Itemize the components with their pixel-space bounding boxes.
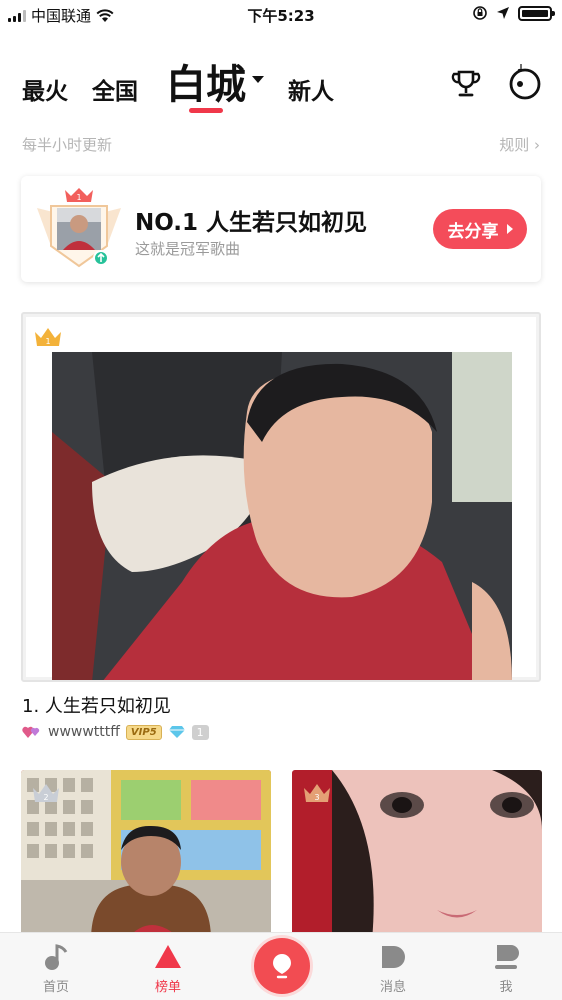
record-button[interactable] <box>254 938 310 994</box>
update-bar: 每半小时更新 规则 › <box>22 134 540 156</box>
message-icon <box>382 946 405 968</box>
share-button[interactable]: 去分享 <box>433 209 527 249</box>
champion-title: NO.1 人生若只如初见 <box>135 210 368 236</box>
tab-messages[interactable]: 消息 <box>353 941 433 995</box>
rank-3-crown-icon: 3 <box>304 784 330 802</box>
entry-card-2[interactable]: 2 <box>21 770 271 940</box>
rank-3-number: 3 <box>314 793 319 802</box>
trophy-icon[interactable] <box>446 64 486 104</box>
rules-link[interactable]: 规则 › <box>499 134 540 155</box>
champion-card[interactable]: 1 NO.1 人生若只如初见 这就是冠军歌曲 去分享 <box>21 176 541 282</box>
profile-icon <box>495 945 519 969</box>
status-right <box>472 5 555 21</box>
tab-me[interactable]: 我 <box>466 941 546 995</box>
rank-2-number: 2 <box>43 793 48 802</box>
tab-charts[interactable]: 榜单 <box>128 941 208 995</box>
tab-baicheng[interactable]: 白城 <box>166 52 264 110</box>
tab-home-label: 首页 <box>42 980 69 995</box>
chart-triangle-icon <box>155 945 181 968</box>
update-note: 每半小时更新 <box>22 136 113 154</box>
diamond-icon <box>168 726 185 738</box>
hearts-icon <box>22 726 40 738</box>
entry-card-3[interactable]: 3 <box>292 770 542 940</box>
champion-subtitle: 这就是冠军歌曲 <box>135 240 241 258</box>
note-icon <box>45 944 68 970</box>
entry-song-title[interactable]: 1. 人生若只如初见 <box>22 692 171 718</box>
vip-badge: VIP5 <box>125 724 162 740</box>
location-icon <box>497 7 509 19</box>
status-bar: 中国联通 下午5:23 <box>0 0 562 30</box>
tab-messages-label: 消息 <box>379 980 406 995</box>
champion-badge: 1 <box>33 186 125 272</box>
gem-count: 1 <box>191 724 209 740</box>
play-triangle-icon <box>506 224 513 234</box>
top-entry-card[interactable]: 1 <box>21 312 541 682</box>
tab-home[interactable]: 首页 <box>16 941 96 995</box>
tab-me-label: 我 <box>499 980 513 995</box>
music-disc-icon[interactable] <box>505 62 545 102</box>
entry-username[interactable]: wwwwtttff <box>48 724 120 740</box>
rank-1-number: 1 <box>45 337 50 346</box>
location-pin-icon <box>273 954 291 979</box>
caret-down-icon <box>252 75 264 83</box>
share-button-label: 去分享 <box>447 221 499 242</box>
active-tab-indicator <box>189 108 223 113</box>
tab-charts-label: 榜单 <box>154 980 181 995</box>
rank-2-crown-icon: 2 <box>33 784 59 802</box>
badge-rank-number: 1 <box>76 193 81 202</box>
tab-baicheng-label: 白城 <box>166 62 246 108</box>
entry-photo <box>52 352 512 680</box>
tab-hottest[interactable]: 最火 <box>22 72 68 106</box>
tab-nationwide[interactable]: 全国 <box>92 72 138 106</box>
orientation-lock-icon <box>473 6 487 20</box>
battery-icon <box>518 5 555 21</box>
rank-1-crown-icon: 1 <box>35 328 61 346</box>
tab-newcomers[interactable]: 新人 <box>288 72 334 106</box>
top-nav: 最火 全国 白城 新人 <box>0 42 562 122</box>
entry-user-row: wwwwtttff VIP5 1 <box>22 722 209 742</box>
